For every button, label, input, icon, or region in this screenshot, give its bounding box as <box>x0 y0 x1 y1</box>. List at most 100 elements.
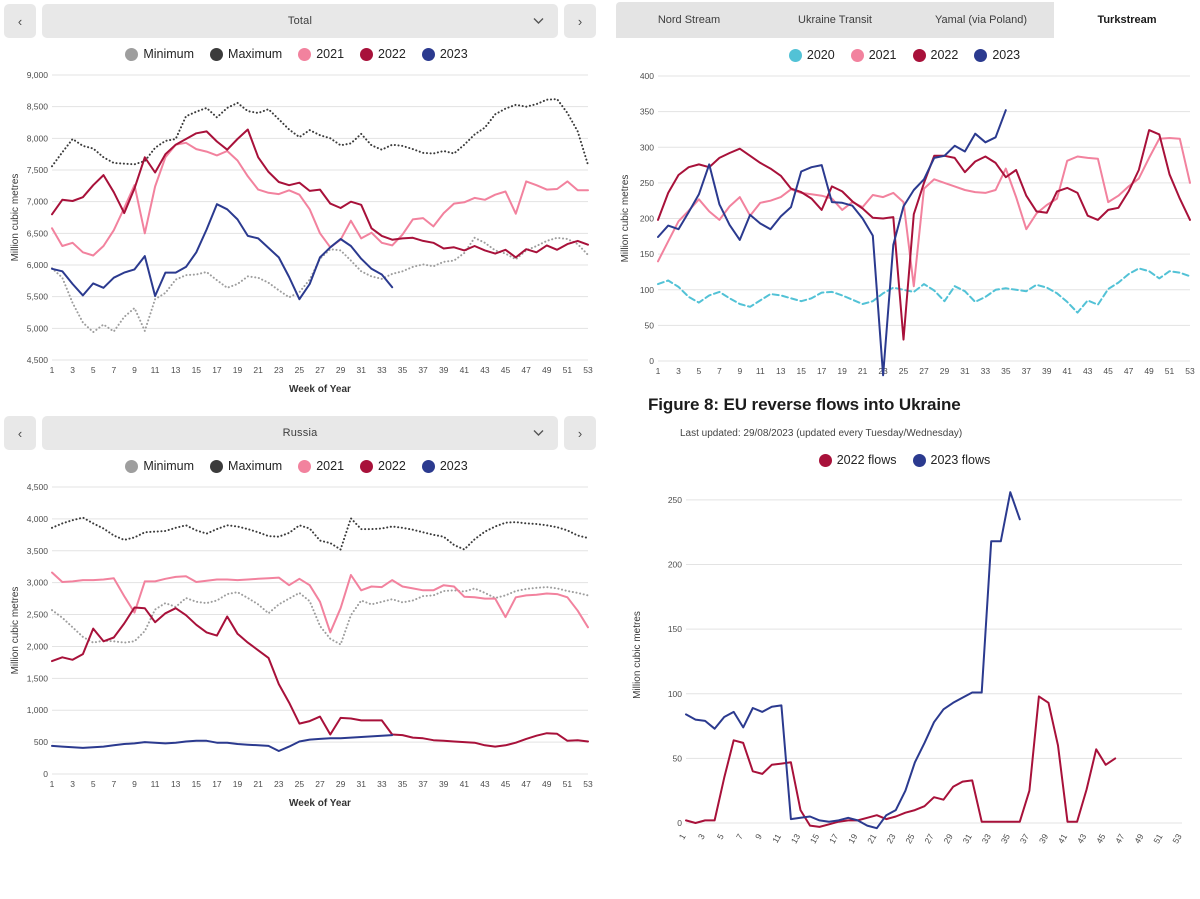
legend-dot-maximum <box>210 47 224 61</box>
svg-text:250: 250 <box>668 495 682 505</box>
panel-pipelines: Nord Stream Ukraine Transit Yamal (via P… <box>616 2 1200 402</box>
svg-text:37: 37 <box>1022 366 1032 376</box>
svg-text:0: 0 <box>649 356 654 366</box>
tab-turkstream[interactable]: Turkstream <box>1054 2 1200 38</box>
svg-text:7,500: 7,500 <box>27 165 49 175</box>
legend-item-2022: 2022 <box>360 459 406 473</box>
svg-text:5: 5 <box>715 832 726 841</box>
panel-figure8: Figure 8: EU reverse flows into Ukraine … <box>616 392 1200 897</box>
legend-item-2023: 2023 <box>421 47 468 61</box>
svg-text:25: 25 <box>295 365 305 375</box>
russia-chart: 0 500 1,000 1,500 2,000 2,500 3,000 3,500 4,000 4… <box>4 477 596 822</box>
svg-text:9: 9 <box>737 366 742 376</box>
svg-text:41: 41 <box>1062 366 1072 376</box>
svg-text:1: 1 <box>677 832 688 841</box>
svg-text:1: 1 <box>50 365 55 375</box>
svg-text:5: 5 <box>91 779 96 789</box>
svg-text:4,500: 4,500 <box>27 482 49 492</box>
legend-item-2021: 2021 <box>298 47 344 61</box>
legend-dot-2023 <box>974 48 988 62</box>
legend-item-2023: 2023 <box>974 48 1020 62</box>
svg-text:31: 31 <box>356 365 366 375</box>
pipeline-chart-svg: 0 50 100 150 200 250 300 350 400 Million cubic me… <box>620 71 1195 377</box>
russia-prev-button[interactable]: ‹ <box>4 416 36 450</box>
svg-text:53: 53 <box>1170 832 1184 845</box>
tab-nord-stream[interactable]: Nord Stream <box>616 2 762 38</box>
svg-text:7,000: 7,000 <box>27 197 49 207</box>
svg-text:53: 53 <box>583 779 593 789</box>
legend-dot-2021 <box>850 48 864 62</box>
svg-text:47: 47 <box>1124 366 1134 376</box>
svg-text:1,500: 1,500 <box>27 673 49 683</box>
svg-text:3: 3 <box>696 832 707 841</box>
svg-text:35: 35 <box>398 365 408 375</box>
total-prev-button[interactable]: ‹ <box>4 4 36 38</box>
svg-text:50: 50 <box>673 753 683 763</box>
svg-text:41: 41 <box>1056 832 1070 845</box>
svg-text:27: 27 <box>315 779 325 789</box>
svg-text:350: 350 <box>640 107 654 117</box>
svg-text:7: 7 <box>111 365 116 375</box>
svg-text:45: 45 <box>501 365 511 375</box>
legend-item-2023: 2023 <box>421 459 468 473</box>
svg-text:41: 41 <box>460 779 470 789</box>
legend-label-minimum: Minimum <box>143 47 195 61</box>
svg-text:15: 15 <box>192 365 202 375</box>
legend-label-2022: 2022 <box>930 48 959 62</box>
svg-text:45: 45 <box>501 779 511 789</box>
svg-text:150: 150 <box>668 624 682 634</box>
svg-text:21: 21 <box>253 365 263 375</box>
russia-dropdown-value: Russia <box>282 427 318 439</box>
svg-text:17: 17 <box>827 832 841 845</box>
legend-dot-2022 <box>360 459 374 473</box>
svg-text:27: 27 <box>922 832 936 845</box>
svg-text:13: 13 <box>171 365 181 375</box>
pipeline-legend: 2020 2021 2022 2023 <box>616 48 1200 62</box>
svg-text:Million cubic metres: Million cubic metres <box>10 174 21 262</box>
pipeline-tabs: Nord Stream Ukraine Transit Yamal (via P… <box>616 2 1200 38</box>
svg-text:3: 3 <box>70 365 75 375</box>
tab-yamal-via-poland[interactable]: Yamal (via Poland) <box>908 2 1054 38</box>
svg-text:9,000: 9,000 <box>27 70 49 80</box>
svg-text:45: 45 <box>1094 832 1108 845</box>
legend-dot-2023-flows <box>912 453 926 467</box>
svg-text:11: 11 <box>151 365 160 375</box>
svg-text:7: 7 <box>717 366 722 376</box>
svg-text:31: 31 <box>356 779 366 789</box>
figure8-legend: 2022 flows 2023 flows <box>616 453 1200 467</box>
svg-text:43: 43 <box>480 365 490 375</box>
svg-text:43: 43 <box>480 779 490 789</box>
svg-text:3,000: 3,000 <box>27 578 49 588</box>
svg-text:9: 9 <box>132 779 137 789</box>
svg-text:0: 0 <box>43 769 48 779</box>
svg-text:33: 33 <box>980 832 994 845</box>
legend-dot-2020 <box>788 48 802 62</box>
svg-text:49: 49 <box>1144 366 1154 376</box>
total-dropdown[interactable]: Total <box>42 4 558 38</box>
svg-text:8,000: 8,000 <box>27 133 49 143</box>
svg-text:7: 7 <box>111 779 116 789</box>
legend-dot-minimum <box>125 47 139 61</box>
svg-text:37: 37 <box>418 365 428 375</box>
legend-dot-maximum <box>210 459 224 473</box>
legend-item-maximum: Maximum <box>210 459 282 473</box>
svg-text:33: 33 <box>377 779 387 789</box>
legend-label-2020: 2020 <box>806 48 835 62</box>
svg-text:25: 25 <box>903 832 917 845</box>
svg-text:25: 25 <box>899 366 909 376</box>
legend-dot-2022 <box>360 47 374 61</box>
legend-label-2023: 2023 <box>992 48 1021 62</box>
svg-text:200: 200 <box>668 560 682 570</box>
svg-text:13: 13 <box>171 779 181 789</box>
svg-text:250: 250 <box>640 178 654 188</box>
figure8-chart-svg: 050100150200250Million cubic metres1 3 5 7 9… <box>632 491 1184 845</box>
total-next-button[interactable]: › <box>564 4 596 38</box>
russia-next-button[interactable]: › <box>564 416 596 450</box>
svg-text:2,500: 2,500 <box>27 610 49 620</box>
tab-ukraine-transit[interactable]: Ukraine Transit <box>762 2 908 38</box>
svg-text:Week of Year: Week of Year <box>289 384 351 395</box>
panel-total: ‹ Total › Minimum Maximum 2021 2022 2023… <box>4 4 596 412</box>
svg-text:17: 17 <box>212 365 222 375</box>
svg-text:33: 33 <box>981 366 991 376</box>
russia-dropdown[interactable]: Russia <box>42 416 558 450</box>
